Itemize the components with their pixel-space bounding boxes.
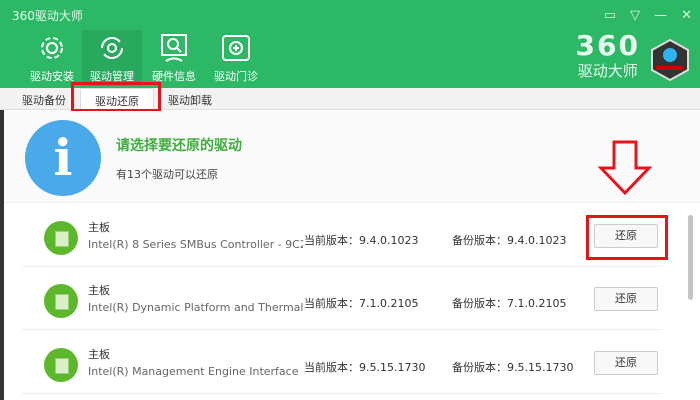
arrow-down-icon [598, 140, 652, 196]
motherboard-icon [44, 221, 78, 255]
restore-button[interactable]: 还原 [594, 351, 658, 375]
toolbar-hardware-info[interactable]: 硬件信息 [144, 30, 204, 86]
brand-logo: 360 驱动大师 [575, 29, 640, 81]
medkit-icon [222, 35, 250, 61]
close-icon[interactable]: ✕ [681, 8, 692, 23]
monitor-search-icon [161, 34, 187, 62]
header-subtitle: 有13个驱动可以还原 [116, 168, 218, 181]
driver-row: 主板 Intel(R) Management Engine Interface … [22, 332, 662, 394]
gear-icon [41, 37, 63, 59]
header-bar: 360驱动大师 ▭ ▽ — ✕ 驱动安装 驱动管理 硬件信息 驱动门诊 360 … [0, 0, 700, 88]
motherboard-icon [44, 348, 78, 382]
highlight-box [71, 82, 161, 112]
feedback-icon[interactable]: ▭ [604, 8, 616, 23]
window-title: 360驱动大师 [12, 9, 83, 23]
highlight-box [586, 215, 668, 260]
app-logo-icon [651, 38, 689, 82]
minimize-icon[interactable]: — [654, 8, 667, 23]
tab-driver-backup[interactable]: 驱动备份 [8, 88, 80, 109]
toolbar-driver-install[interactable]: 驱动安装 [22, 30, 82, 86]
info-icon: i [25, 120, 101, 196]
restore-header: i 请选择要还原的驱动 有13个驱动可以还原 [0, 111, 700, 203]
toolbar-driver-manage[interactable]: 驱动管理 [82, 30, 142, 86]
driver-row: 主板 Intel(R) 8 Series SMBus Controller - … [22, 205, 662, 267]
menu-icon[interactable]: ▽ [630, 8, 640, 23]
toolbar-driver-clinic[interactable]: 驱动门诊 [206, 30, 266, 86]
scrollbar[interactable] [688, 215, 693, 300]
motherboard-icon [44, 284, 78, 318]
left-edge [0, 110, 4, 400]
driver-row: 主板 Intel(R) Dynamic Platform and Thermal… [22, 268, 662, 330]
refresh-icon [101, 37, 123, 59]
header-title: 请选择要还原的驱动 [116, 138, 242, 154]
restore-button[interactable]: 还原 [594, 287, 658, 311]
tab-driver-uninstall[interactable]: 驱动卸载 [154, 88, 226, 109]
